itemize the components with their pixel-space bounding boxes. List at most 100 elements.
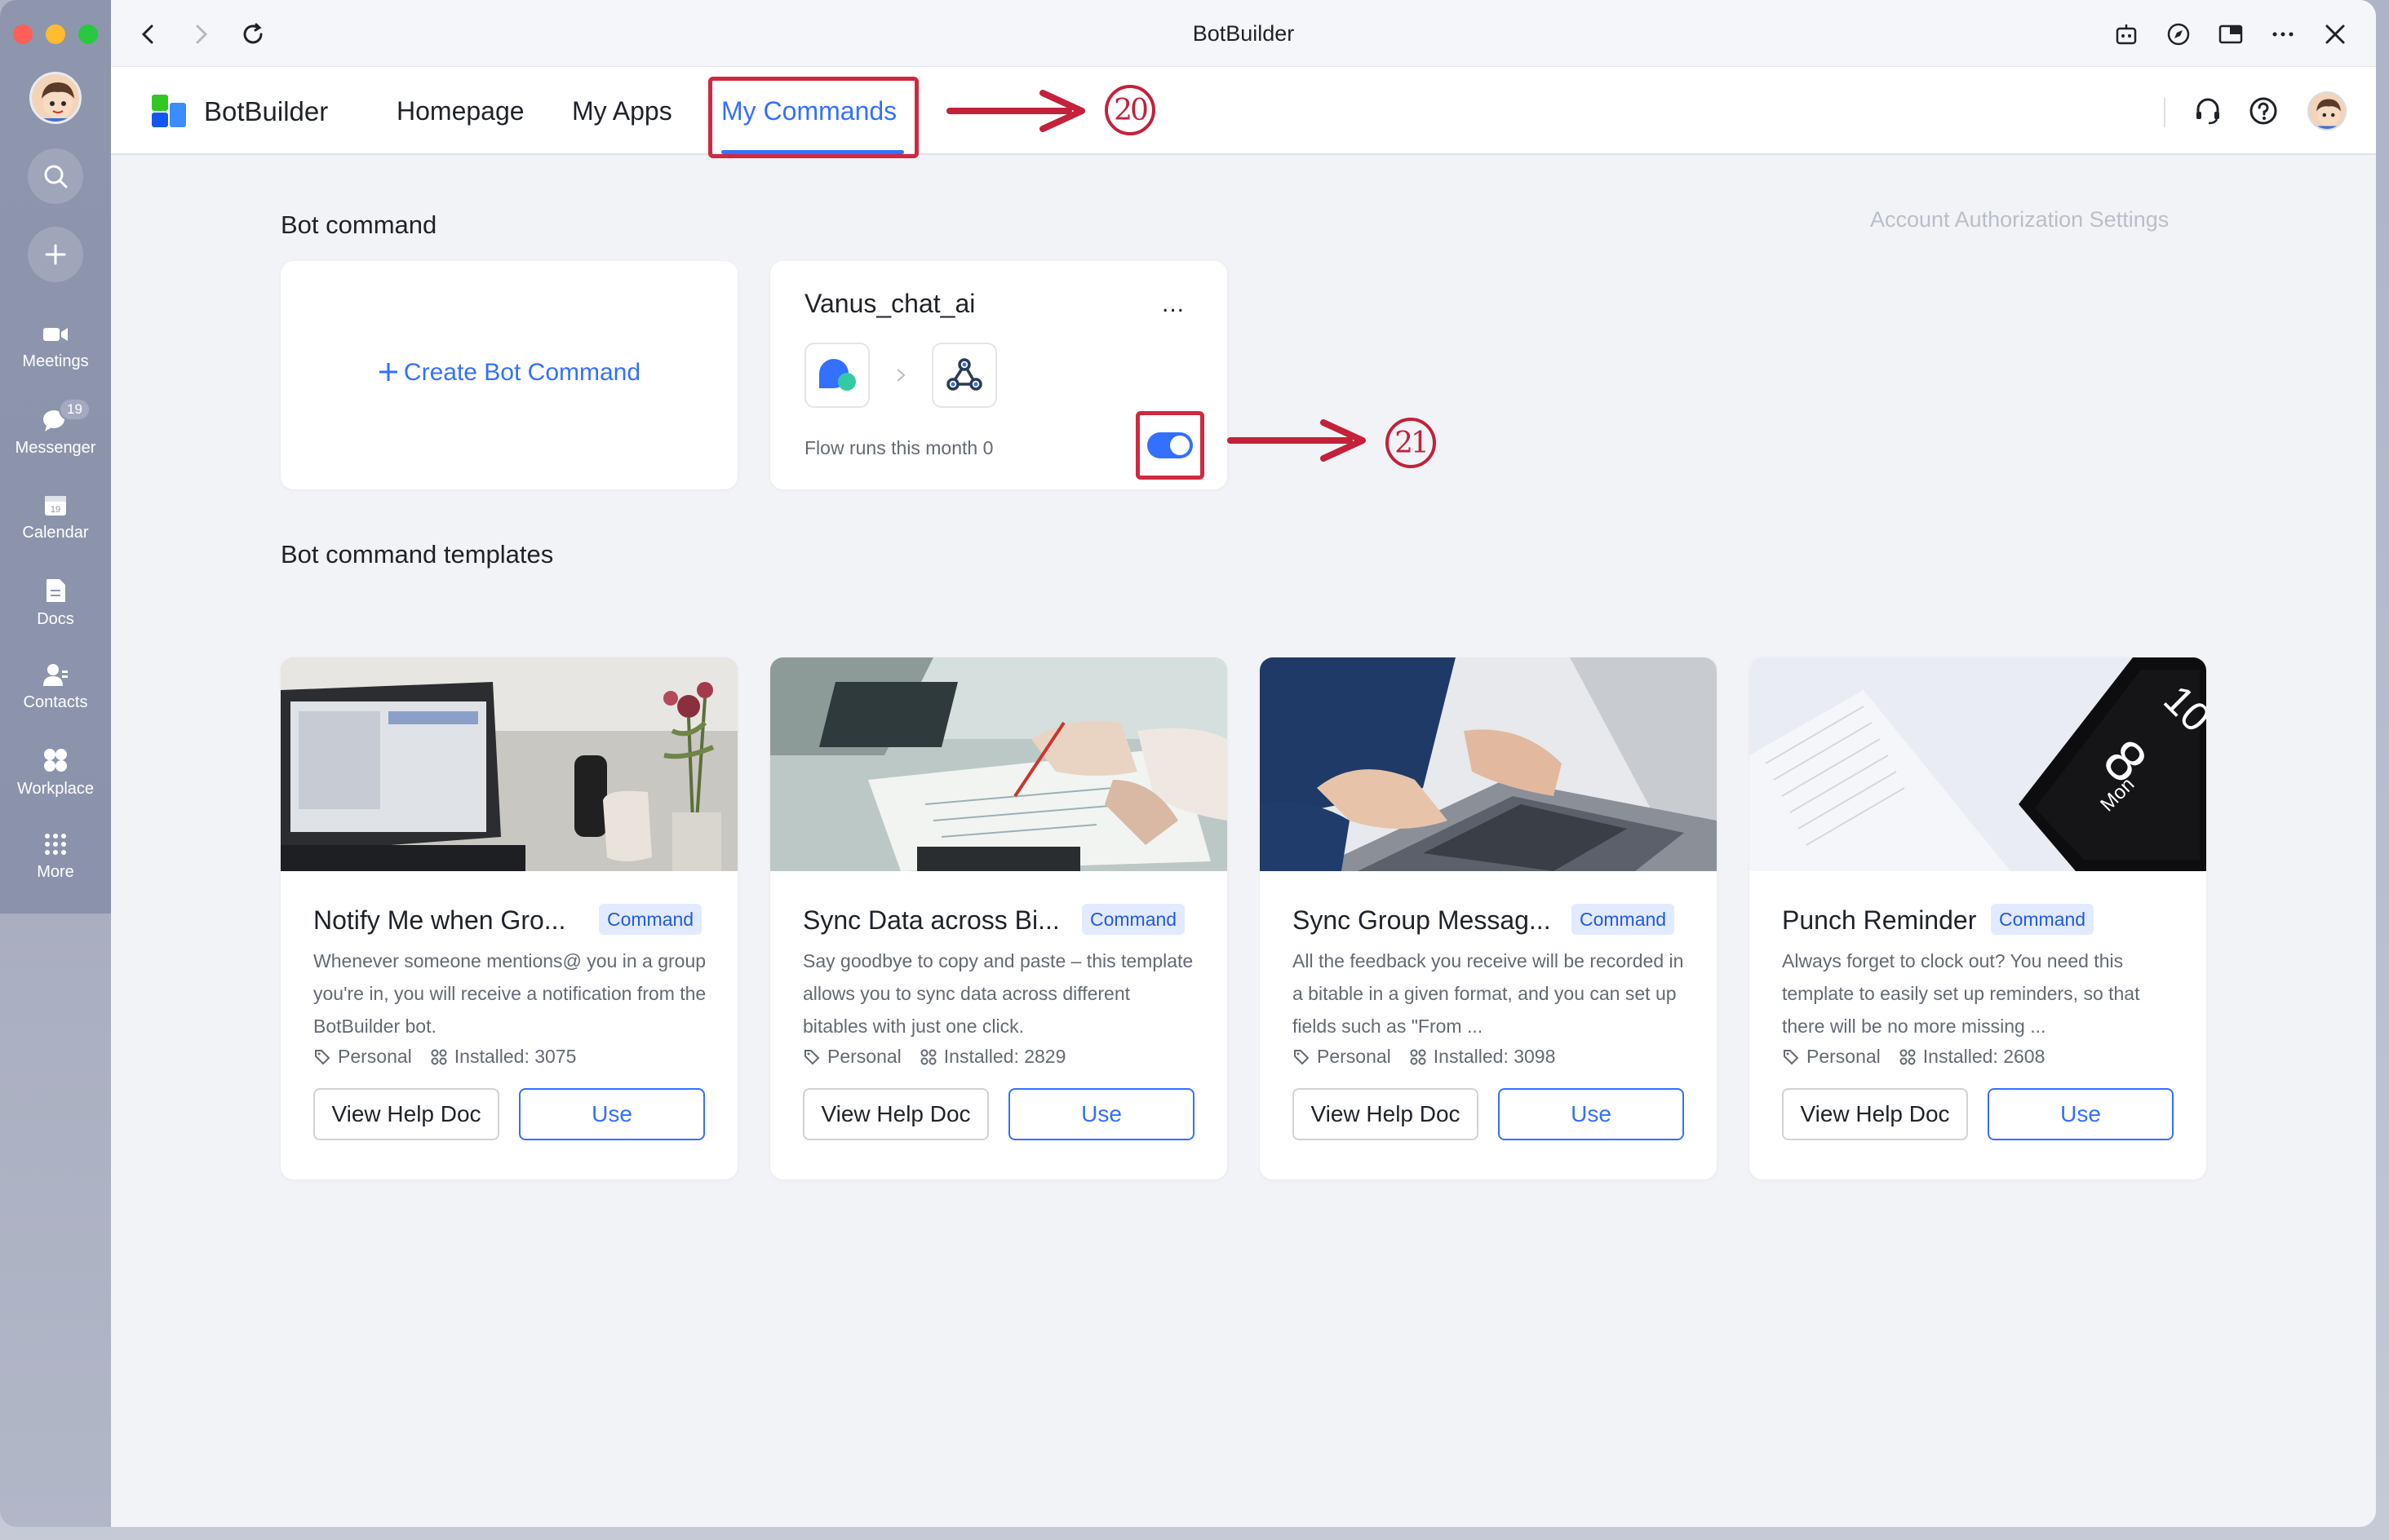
apps-icon — [431, 1049, 447, 1064]
create-bot-command-card[interactable]: Create Bot Command — [281, 261, 738, 489]
use-template-button[interactable]: Use — [1008, 1088, 1194, 1140]
new-window-icon — [2218, 24, 2243, 44]
template-scope: Personal — [338, 1046, 412, 1067]
view-help-doc-button[interactable]: View Help Doc — [803, 1088, 989, 1140]
back-button[interactable] — [132, 18, 165, 51]
zoom-window-button[interactable] — [78, 24, 98, 44]
sidebar-item-docs[interactable]: Docs — [0, 578, 111, 629]
template-meta: Personal Installed: 3075 — [313, 1046, 594, 1068]
tag-icon — [804, 1049, 820, 1064]
explore-button[interactable] — [2162, 18, 2195, 51]
command-more-button[interactable]: ... — [1162, 290, 1185, 318]
template-title: Punch Reminder — [1782, 905, 1977, 935]
plus-icon — [45, 244, 66, 265]
help-button[interactable] — [2245, 93, 2281, 129]
close-window-button[interactable] — [13, 24, 33, 44]
app-window: Meetings 19 Messenger 19 Calendar Docs C… — [0, 0, 2376, 1527]
nav-homepage[interactable]: Homepage — [397, 96, 525, 126]
use-template-button[interactable]: Use — [519, 1088, 705, 1140]
create-bot-command-button[interactable]: Create Bot Command — [281, 359, 738, 387]
template-meta: Personal Installed: 3098 — [1292, 1046, 1573, 1068]
view-help-doc-button[interactable]: View Help Doc — [1782, 1088, 1968, 1140]
close-tab-button[interactable] — [2319, 18, 2351, 51]
compass-icon — [2167, 23, 2190, 46]
use-template-button[interactable]: Use — [1988, 1088, 2174, 1140]
apps-icon — [920, 1049, 937, 1064]
account-authorization-link[interactable]: Account Authorization Settings — [1870, 207, 2169, 232]
template-image-phone-clock: 8 10 Mon — [1749, 657, 2206, 871]
workplace-icon — [44, 749, 67, 772]
template-title: Sync Data across Bi... — [803, 905, 1060, 935]
command-tag: Command — [1571, 904, 1675, 935]
tag-icon — [1294, 1049, 1310, 1064]
calendar-icon: 19 — [45, 496, 66, 516]
sidebar-item-meetings[interactable]: Meetings — [0, 323, 111, 371]
messenger-trigger-icon — [819, 359, 856, 391]
help-circle-icon — [2249, 97, 2277, 125]
avatar-icon — [2316, 99, 2341, 129]
template-card: 8 10 Mon Punch Reminder Command Always f… — [1749, 657, 2206, 1179]
sidebar-item-workplace[interactable]: Workplace — [0, 747, 111, 799]
plus-icon — [379, 363, 397, 381]
support-button[interactable] — [2190, 93, 2226, 129]
docs-icon — [47, 579, 65, 602]
command-tag: Command — [1991, 904, 2094, 935]
flow-runs-count: Flow runs this month 0 — [804, 437, 994, 458]
sidebar-item-messenger[interactable]: 19 Messenger — [0, 398, 111, 458]
unread-badge: 19 — [59, 398, 91, 421]
svg-text:19: 19 — [51, 505, 60, 515]
tag-icon — [1784, 1049, 1799, 1064]
template-installed-count: Installed: 3098 — [1433, 1046, 1556, 1067]
sidebar-item-label: More — [37, 863, 74, 881]
window-titlebar: BotBuilder — [111, 0, 2376, 67]
minimize-window-button[interactable] — [46, 24, 65, 44]
app-brand-name: BotBuilder — [204, 96, 329, 126]
sidebar-search-button[interactable] — [28, 148, 83, 204]
avatar-icon — [42, 82, 74, 122]
sidebar-add-button[interactable] — [28, 227, 83, 282]
refresh-icon — [243, 23, 263, 44]
sidebar-item-calendar[interactable]: 19 Calendar — [0, 493, 111, 542]
robot-icon — [2116, 24, 2137, 45]
botbuilder-logo — [152, 95, 186, 127]
view-help-doc-button[interactable]: View Help Doc — [1292, 1088, 1478, 1140]
sidebar-item-contacts[interactable]: Contacts — [0, 662, 111, 712]
template-description: Always forget to clock out? You need thi… — [1782, 950, 2140, 1037]
annotation-step-21: 21 — [1385, 418, 1436, 468]
more-options-button[interactable] — [2267, 18, 2299, 51]
template-scope: Personal — [1317, 1046, 1391, 1067]
apps-icon — [1899, 1049, 1916, 1064]
template-title: Sync Group Messag... — [1292, 905, 1551, 935]
template-card: Notify Me when Gro... Command Whenever s… — [281, 657, 738, 1179]
user-avatar[interactable] — [29, 72, 82, 124]
command-tag: Command — [1082, 904, 1186, 935]
command-name: Vanus_chat_ai — [804, 289, 976, 318]
bot-button[interactable] — [2110, 18, 2143, 51]
sidebar-item-label: Meetings — [22, 352, 89, 370]
highlight-toggle — [1136, 411, 1204, 480]
header-divider — [2164, 98, 2165, 127]
nav-my-apps[interactable]: My Apps — [572, 96, 672, 126]
sidebar-item-label: Messenger — [15, 439, 96, 457]
chevron-right-icon — [897, 369, 906, 382]
chevron-left-icon — [141, 24, 153, 44]
header-user-avatar[interactable] — [2307, 91, 2347, 131]
template-installed-count: Installed: 3075 — [454, 1046, 577, 1067]
template-card: Sync Data across Bi... Command Say goodb… — [770, 657, 1227, 1179]
headset-icon — [2196, 98, 2219, 125]
sidebar-item-label: Workplace — [16, 780, 95, 798]
view-help-doc-button[interactable]: View Help Doc — [313, 1088, 499, 1140]
window-title: BotBuilder — [1192, 21, 1295, 46]
use-template-button[interactable]: Use — [1498, 1088, 1684, 1140]
botbuilder-app: BotBuilder Homepage My Apps My Commands — [111, 67, 2376, 1527]
refresh-button[interactable] — [237, 18, 269, 51]
ellipsis-icon — [2272, 32, 2294, 37]
contacts-icon — [43, 664, 68, 686]
more-grid-icon — [45, 834, 66, 855]
template-scope: Personal — [1806, 1046, 1881, 1067]
templates-heading: Bot command templates — [281, 540, 554, 569]
template-meta: Personal Installed: 2608 — [1782, 1046, 2063, 1068]
new-window-button[interactable] — [2214, 18, 2247, 51]
sidebar-item-more[interactable]: More — [0, 832, 111, 882]
forward-button[interactable] — [184, 18, 217, 51]
